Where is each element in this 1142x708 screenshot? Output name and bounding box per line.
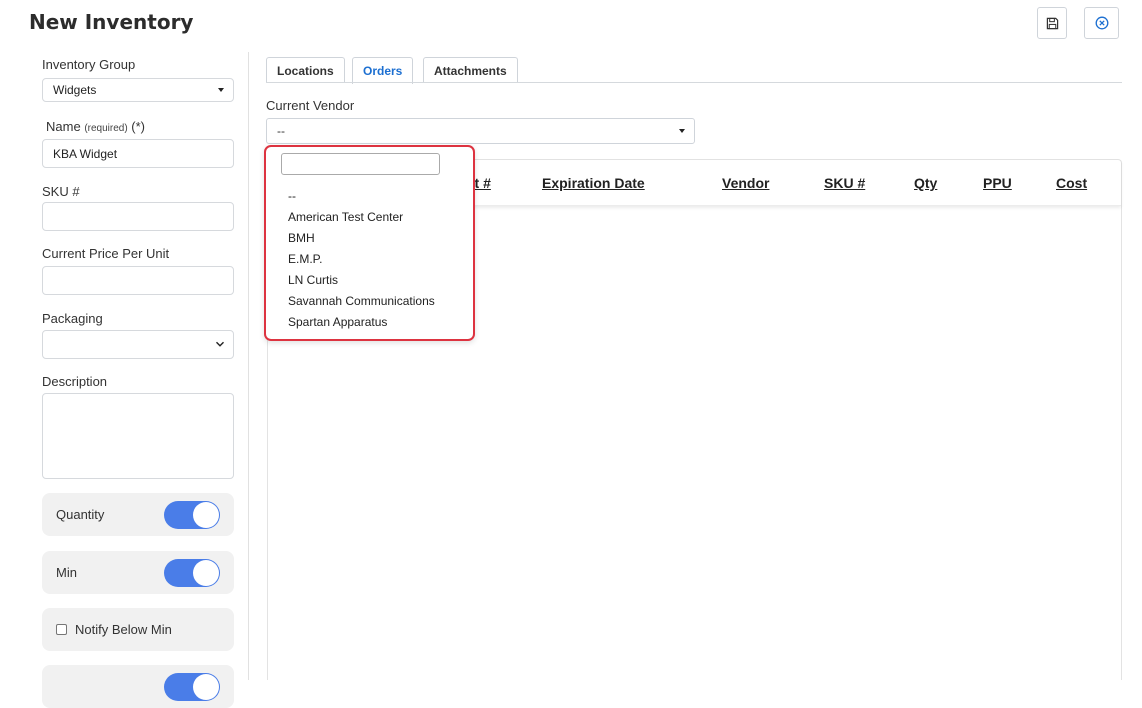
- min-toggle-label: Min: [56, 565, 77, 580]
- partial-toggle-card: [42, 665, 234, 708]
- required-asterisk: (*): [131, 119, 146, 134]
- current-vendor-label: Current Vendor: [266, 98, 355, 113]
- vendor-option[interactable]: E.M.P.: [288, 249, 435, 270]
- vendor-option[interactable]: BMH: [288, 228, 435, 249]
- name-field[interactable]: KBA Widget: [42, 139, 234, 168]
- vendor-options: -- American Test Center BMH E.M.P. LN Cu…: [288, 186, 435, 333]
- packaging-label: Packaging: [42, 311, 103, 326]
- column-vendor[interactable]: Vendor: [722, 175, 769, 191]
- vendor-search-input[interactable]: [281, 153, 440, 175]
- column-cost[interactable]: Cost: [1056, 175, 1087, 191]
- column-sku[interactable]: SKU #: [824, 175, 865, 191]
- toggle-knob: [193, 560, 219, 586]
- caret-down-icon: [679, 129, 685, 133]
- name-value: KBA Widget: [53, 146, 118, 161]
- tab-locations[interactable]: Locations: [266, 57, 345, 83]
- tab-orders[interactable]: Orders: [352, 57, 414, 84]
- name-label: Name (required) (*): [46, 119, 145, 134]
- min-toggle-card: Min: [42, 551, 234, 594]
- vendor-option[interactable]: LN Curtis: [288, 270, 435, 291]
- price-per-unit-label: Current Price Per Unit: [42, 246, 170, 261]
- partial-toggle[interactable]: [164, 673, 220, 701]
- column-qty[interactable]: Qty: [914, 175, 937, 191]
- vendor-option[interactable]: --: [288, 186, 435, 207]
- tab-underline: [266, 82, 1122, 83]
- notify-below-min-label: Notify Below Min: [75, 622, 172, 637]
- vendor-option[interactable]: Savannah Communications: [288, 291, 435, 312]
- inventory-group-select[interactable]: Widgets: [42, 78, 234, 102]
- quantity-toggle-label: Quantity: [56, 507, 105, 522]
- name-label-text: Name: [46, 119, 81, 134]
- vendor-option[interactable]: American Test Center: [288, 207, 435, 228]
- sku-field[interactable]: [42, 202, 234, 231]
- column-ppu[interactable]: PPU: [983, 175, 1012, 191]
- sku-label: SKU #: [42, 184, 80, 199]
- page-title: New Inventory: [29, 10, 194, 34]
- current-vendor-value: --: [277, 124, 285, 138]
- inventory-group-label: Inventory Group: [42, 57, 136, 72]
- column-divider: [248, 52, 249, 680]
- toggle-knob: [193, 674, 219, 700]
- save-button[interactable]: [1037, 7, 1067, 39]
- inventory-group-value: Widgets: [53, 83, 97, 97]
- description-textarea[interactable]: [42, 393, 234, 479]
- chevron-down-icon: [215, 340, 225, 348]
- tab-attachments[interactable]: Attachments: [423, 57, 518, 83]
- packaging-select[interactable]: [42, 330, 234, 359]
- caret-down-icon: [218, 88, 224, 92]
- quantity-toggle[interactable]: [164, 501, 220, 529]
- min-toggle[interactable]: [164, 559, 220, 587]
- notify-below-min-card: Notify Below Min: [42, 608, 234, 651]
- current-vendor-select[interactable]: --: [266, 118, 695, 144]
- price-per-unit-field[interactable]: [42, 266, 234, 295]
- vendor-dropdown: -- American Test Center BMH E.M.P. LN Cu…: [264, 145, 475, 341]
- description-label: Description: [42, 374, 108, 389]
- floppy-disk-icon: [1046, 17, 1059, 30]
- close-button[interactable]: [1084, 7, 1119, 39]
- toggle-knob: [193, 502, 219, 528]
- vendor-option[interactable]: Spartan Apparatus: [288, 312, 435, 333]
- required-note: (required): [84, 123, 128, 134]
- notify-below-min-checkbox[interactable]: [56, 624, 67, 635]
- column-expiration-date[interactable]: Expiration Date: [542, 175, 645, 191]
- quantity-toggle-card: Quantity: [42, 493, 234, 536]
- circle-x-icon: [1095, 16, 1109, 30]
